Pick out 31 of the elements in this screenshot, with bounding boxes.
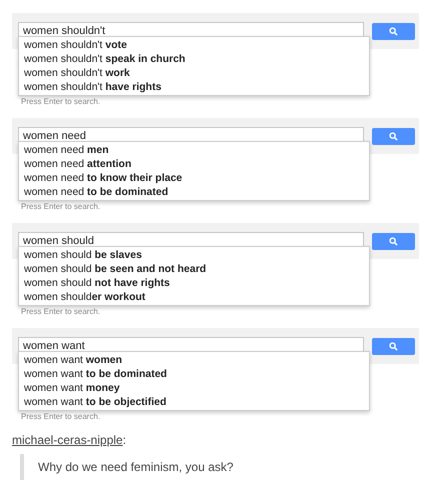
suggestion-item[interactable]: women want to be dominated bbox=[19, 367, 369, 381]
suggestion-item[interactable]: women need men bbox=[19, 143, 369, 157]
suggestion-item[interactable]: women should be slaves bbox=[19, 248, 369, 262]
suggestion-item[interactable]: women shoulder workout bbox=[19, 290, 369, 304]
suggestion-item[interactable]: women shouldn't work bbox=[19, 66, 369, 80]
suggestion-item[interactable]: women need attention bbox=[19, 157, 369, 171]
quote-text: Why do we need feminism, you ask? bbox=[38, 460, 234, 474]
search-hint: Press Enter to search. bbox=[21, 411, 102, 423]
author-link[interactable]: michael-ceras-nipple bbox=[12, 433, 123, 447]
suggestion-item[interactable]: women want women bbox=[19, 353, 369, 367]
suggestion-item[interactable]: women want money bbox=[19, 381, 369, 395]
search-icon bbox=[388, 236, 398, 246]
search-icon bbox=[388, 342, 398, 350]
search-hint: Press Enter to search. bbox=[21, 201, 102, 213]
search-button[interactable] bbox=[372, 232, 415, 250]
search-hint: Press Enter to search. bbox=[21, 306, 102, 318]
search-hint: Press Enter to search. bbox=[21, 96, 102, 108]
author-separator: : bbox=[122, 433, 126, 447]
search-button[interactable] bbox=[372, 128, 415, 144]
suggestion-item[interactable]: women should be seen and not heard bbox=[19, 262, 369, 276]
suggestion-item[interactable]: women shouldn't speak in church bbox=[19, 52, 369, 66]
search-icon bbox=[388, 132, 398, 140]
suggestion-item[interactable]: women need to be dominated bbox=[19, 185, 369, 199]
search-button[interactable] bbox=[372, 22, 415, 40]
suggestion-item[interactable]: women want to be objectified bbox=[19, 395, 369, 409]
suggestion-item[interactable]: women should not have rights bbox=[19, 276, 369, 290]
suggestion-item[interactable]: women need to know their place bbox=[19, 171, 369, 185]
suggestion-item[interactable]: women shouldn't vote bbox=[19, 38, 369, 52]
search-icon bbox=[388, 26, 398, 36]
suggestion-item[interactable]: women shouldn't have rights bbox=[19, 80, 369, 94]
search-button[interactable] bbox=[372, 338, 415, 354]
